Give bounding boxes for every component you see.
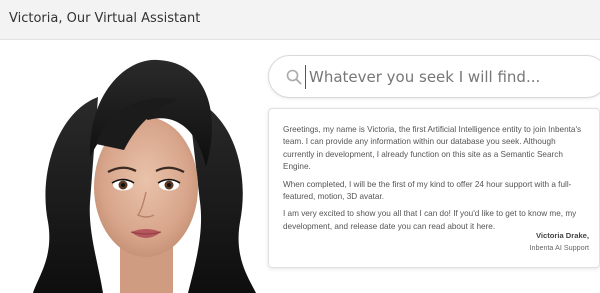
virtual-assistant-avatar bbox=[33, 59, 256, 293]
search-icon bbox=[286, 69, 302, 85]
assistant-message-bubble: Greetings, my name is Victoria, the firs… bbox=[268, 108, 600, 268]
search-bar[interactable] bbox=[268, 55, 600, 98]
header-bar: Victoria, Our Virtual Assistant bbox=[0, 0, 600, 40]
message-paragraph: Greetings, my name is Victoria, the firs… bbox=[283, 125, 582, 172]
page-title: Victoria, Our Virtual Assistant bbox=[9, 11, 201, 26]
signature-name: Victoria Drake, bbox=[535, 231, 589, 240]
signature-role: Inbenta AI Support bbox=[529, 243, 589, 252]
message-paragraph: When completed, I will be the first of m… bbox=[283, 179, 572, 202]
search-input[interactable] bbox=[305, 65, 585, 89]
signature: Victoria Drake, Inbenta AI Support bbox=[529, 230, 589, 254]
